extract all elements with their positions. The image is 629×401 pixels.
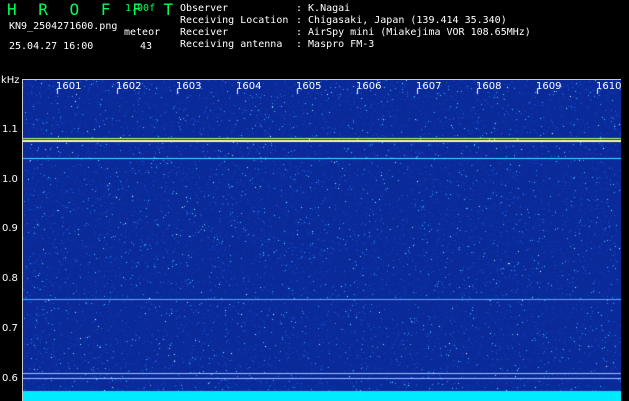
app-version: 1.00f bbox=[125, 3, 156, 14]
meteor-count: 43 bbox=[140, 41, 153, 52]
y-tick-label: 0.6 bbox=[2, 373, 18, 384]
spectrogram-plot[interactable] bbox=[22, 79, 621, 401]
y-tick-label: 0.8 bbox=[2, 273, 18, 284]
info-receiver-label: Receiver bbox=[180, 27, 229, 38]
y-tick-label: 0.9 bbox=[2, 223, 18, 234]
x-tick-label: 1609 bbox=[536, 81, 562, 92]
x-tick-label: 1602 bbox=[116, 81, 142, 92]
x-tick-label: 1604 bbox=[236, 81, 262, 92]
info-observer-value: : K.Nagai bbox=[296, 3, 351, 14]
info-antenna-value: : Maspro FM-3 bbox=[296, 39, 375, 50]
y-tick-label: 1.1 bbox=[2, 124, 18, 135]
spectrogram-canvas bbox=[23, 80, 621, 401]
meteor-label: meteor bbox=[124, 27, 161, 38]
info-receiver-value: : AirSpy mini (Miakejima VOR 108.65MHz) bbox=[296, 27, 531, 38]
y-tick-label: 0.7 bbox=[2, 323, 18, 334]
x-tick-label: 1603 bbox=[176, 81, 202, 92]
x-tick-label: 1610 bbox=[596, 81, 622, 92]
info-observer-label: Observer bbox=[180, 3, 229, 14]
x-tick-label: 1601 bbox=[56, 81, 82, 92]
x-tick-label: 1608 bbox=[476, 81, 502, 92]
info-location-label: Receiving Location bbox=[180, 15, 289, 26]
info-location-value: : Chigasaki, Japan (139.414 35.340) bbox=[296, 15, 507, 26]
x-tick-label: 1605 bbox=[296, 81, 322, 92]
timestamp: 25.04.27 16:00 bbox=[9, 41, 94, 52]
file-name: KN9_2504271600.png bbox=[9, 21, 118, 32]
info-antenna-label: Receiving antenna bbox=[180, 39, 283, 50]
y-tick-label: 1.0 bbox=[2, 174, 18, 185]
y-axis-unit: kHz bbox=[1, 75, 20, 86]
x-tick-label: 1607 bbox=[416, 81, 442, 92]
x-tick-label: 1606 bbox=[356, 81, 382, 92]
